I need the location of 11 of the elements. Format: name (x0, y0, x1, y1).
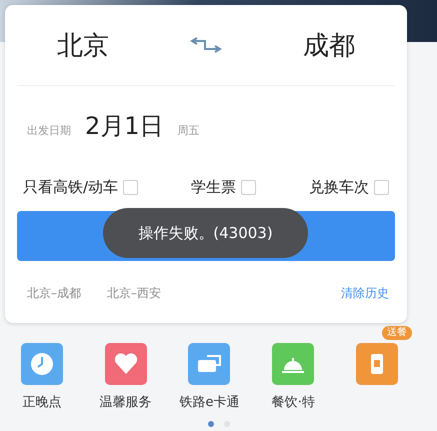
error-toast: 操作失败。(43003) (103, 208, 308, 258)
date-label: 出发日期 (27, 123, 71, 138)
service-badge: 送餐 (382, 326, 412, 340)
service-label: 餐饮·特 (272, 394, 315, 411)
service-label: 正晚点 (22, 394, 62, 411)
service-label: 铁路e卡通 (179, 394, 240, 411)
option-label: 只看高铁/动车 (23, 178, 118, 197)
option-label: 兑换车次 (309, 178, 369, 197)
option-label: 学生票 (191, 178, 236, 197)
weekday-label: 周五 (178, 123, 200, 138)
service-label: 温馨服务 (100, 394, 152, 411)
